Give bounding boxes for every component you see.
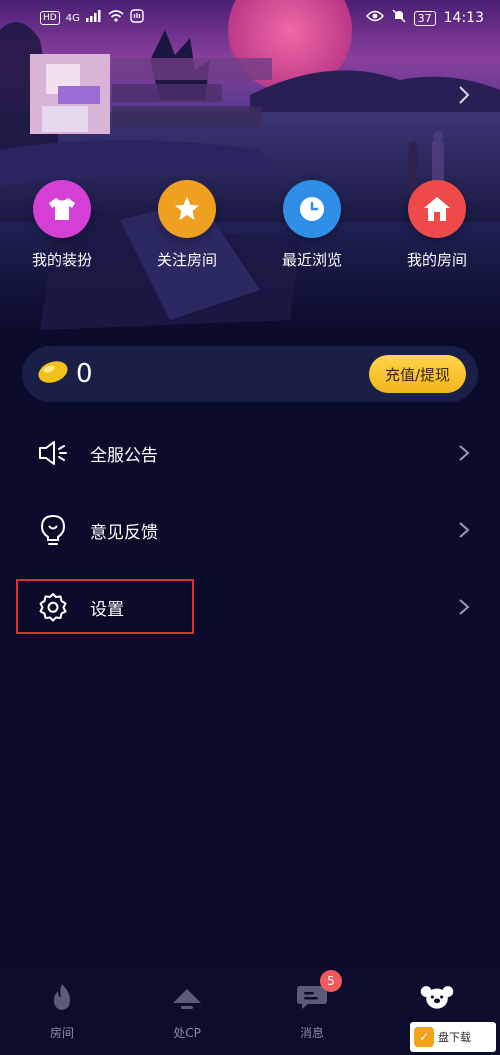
menu-label: 意见反馈 <box>90 522 158 543</box>
site-watermark: ✓ 盘下载 <box>410 1022 496 1052</box>
hd-indicator: HD <box>40 11 60 25</box>
shortcut-row: 我的装扮 关注房间 最近浏览 我的房间 <box>0 180 500 275</box>
profile-chevron-icon[interactable] <box>452 84 476 108</box>
clock-time: 14:13 <box>443 10 484 26</box>
flame-icon <box>45 980 79 1014</box>
nav-label: 消息 <box>299 1026 324 1040</box>
wallet-bar: 0 充值/提现 <box>22 346 478 402</box>
hand-icon <box>130 9 144 27</box>
nav-label: 房间 <box>49 1026 74 1040</box>
recharge-withdraw-button[interactable]: 充值/提现 <box>368 355 466 393</box>
battery-indicator: 37 <box>413 10 436 26</box>
menu-item-feedback[interactable]: 意见反馈 <box>0 500 500 560</box>
speaker-icon <box>36 436 70 470</box>
koala-icon <box>420 980 454 1014</box>
shirt-icon <box>33 180 91 238</box>
chevron-right-icon <box>454 597 474 617</box>
nav-tab-rooms[interactable]: 房间 <box>12 980 112 1041</box>
user-profile-pixelated[interactable] <box>30 44 280 134</box>
unread-badge: 5 <box>320 970 342 992</box>
wifi-icon <box>108 10 124 26</box>
nav-tab-messages[interactable]: 消息 <box>262 980 362 1041</box>
menu-item-announcements[interactable]: 全服公告 <box>0 423 500 483</box>
chevron-right-icon <box>454 443 474 463</box>
shortcut-my-outfits[interactable]: 我的装扮 <box>12 180 112 270</box>
settings-highlight-box <box>16 579 194 634</box>
nav-tab-me[interactable] <box>387 980 487 1024</box>
mute-bell-icon <box>392 9 406 27</box>
chevron-right-icon <box>454 520 474 540</box>
shortcut-label: 关注房间 <box>156 251 217 269</box>
clock-icon <box>283 180 341 238</box>
shortcut-my-room[interactable]: 我的房间 <box>387 180 487 270</box>
shortcut-label: 我的房间 <box>406 251 467 269</box>
eye-icon <box>365 10 384 26</box>
watermark-text: 盘下载 <box>438 1031 471 1044</box>
cp-icon <box>170 980 204 1014</box>
wallet-balance: 0 <box>76 359 93 389</box>
watermark-logo-icon: ✓ <box>414 1027 434 1047</box>
shortcut-followed-rooms[interactable]: 关注房间 <box>137 180 237 270</box>
shortcut-recent-browse[interactable]: 最近浏览 <box>262 180 362 270</box>
gold-bean-icon <box>36 359 70 389</box>
signal-icon <box>85 10 102 26</box>
lightbulb-icon <box>36 513 70 547</box>
nav-label: 处CP <box>173 1026 201 1040</box>
home-icon <box>408 180 466 238</box>
status-bar: HD 4G 37 14:13 <box>0 0 500 36</box>
network-indicator: 4G <box>65 12 80 24</box>
menu-label: 全服公告 <box>90 445 158 466</box>
shortcut-label: 我的装扮 <box>31 251 92 269</box>
shortcut-label: 最近浏览 <box>281 251 342 269</box>
star-icon <box>158 180 216 238</box>
nav-tab-cp[interactable]: 处CP <box>137 980 237 1041</box>
